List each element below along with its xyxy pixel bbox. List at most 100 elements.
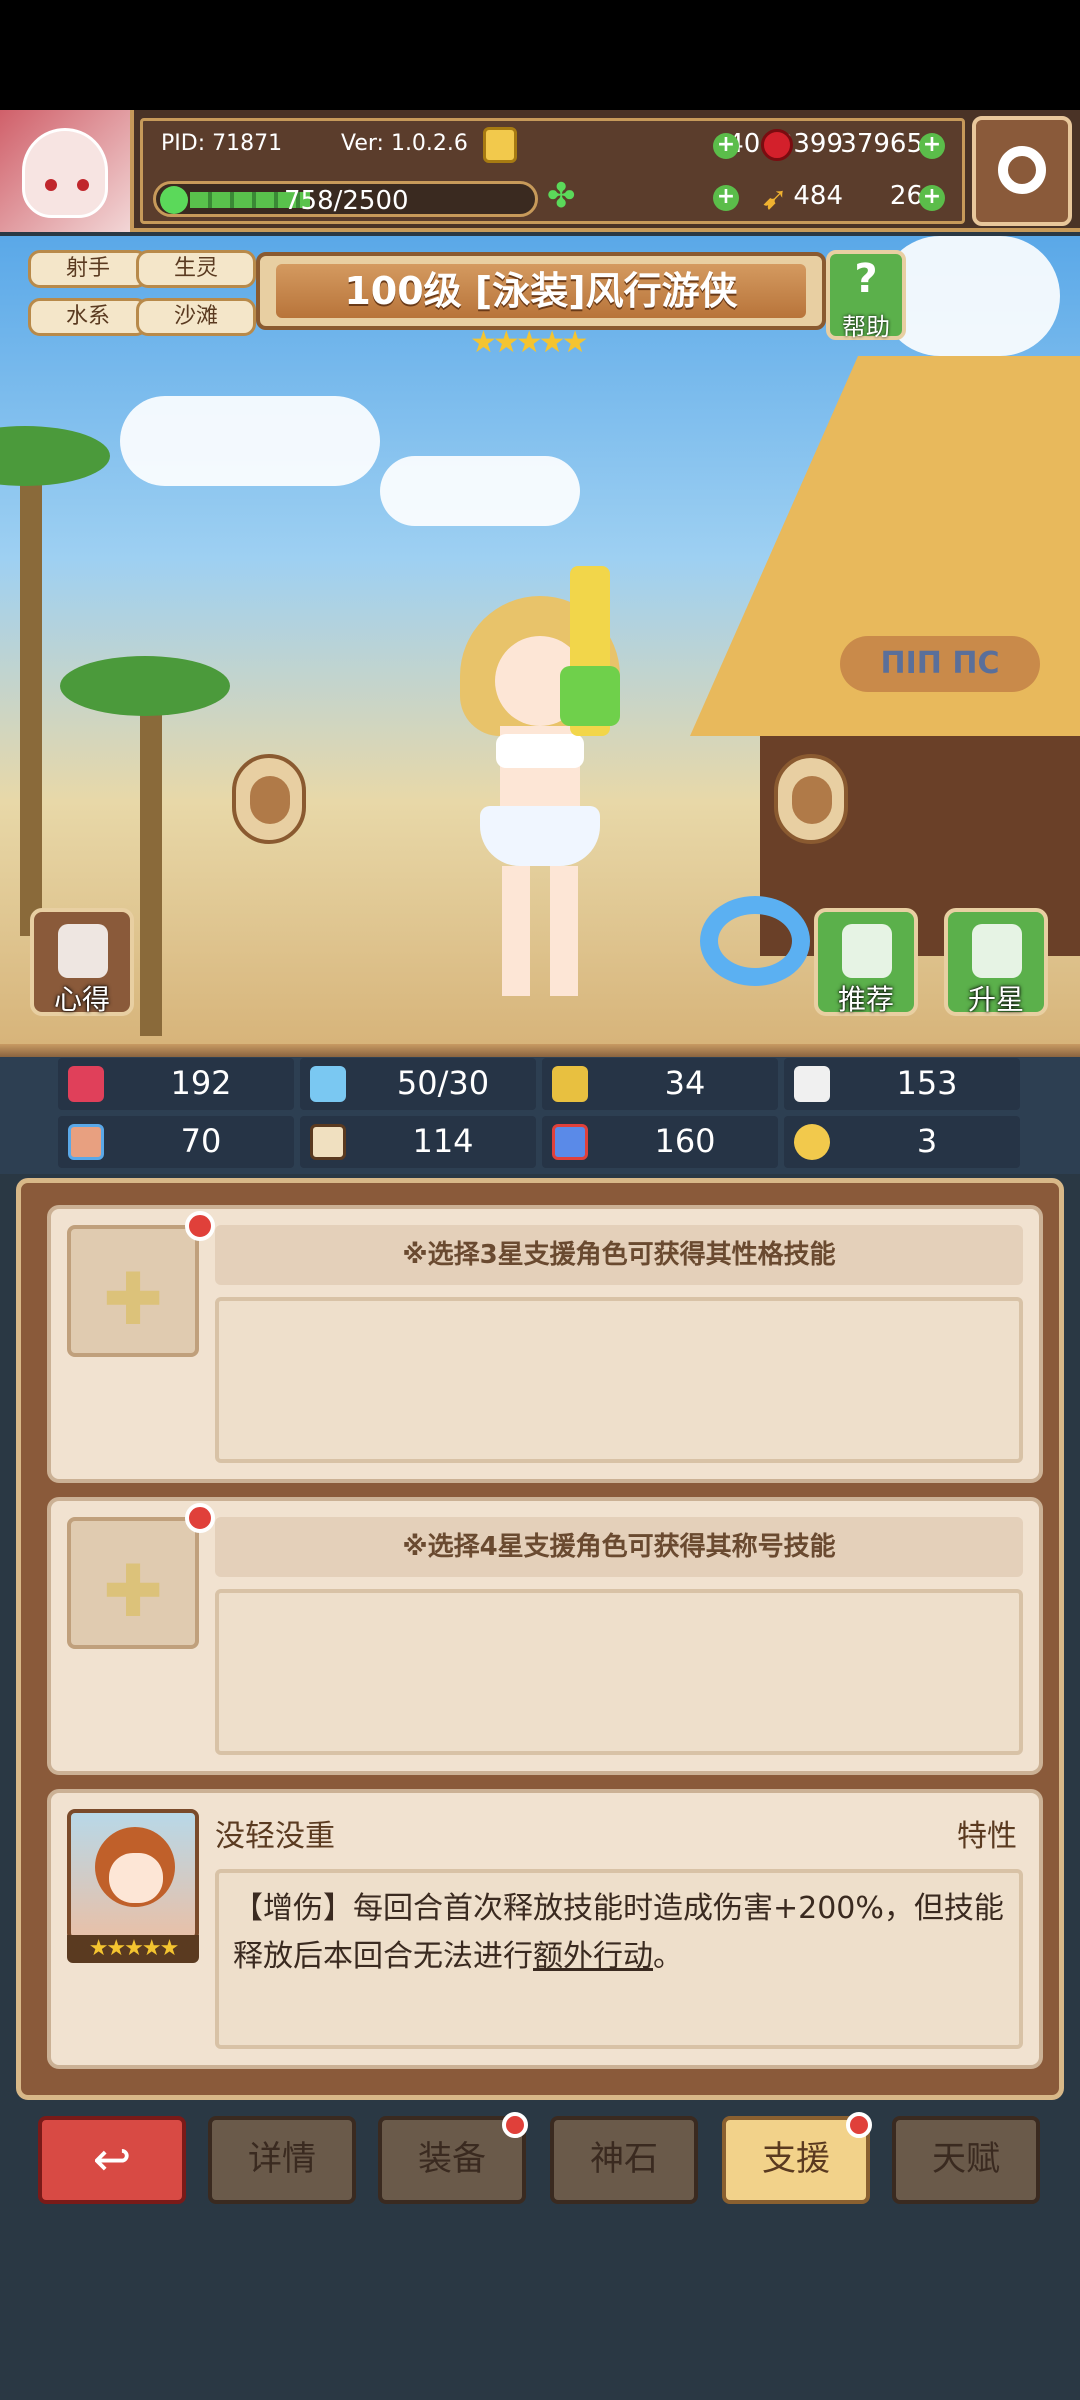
stat-speed: 153	[784, 1058, 1020, 1110]
help-label: 帮助	[842, 313, 890, 341]
hero-title: 100级 [泳装]风行游侠	[276, 264, 806, 318]
tab-equipment[interactable]: 装备	[378, 2112, 528, 2204]
hero-character[interactable]	[440, 566, 640, 1006]
back-button[interactable]: ↩	[38, 2116, 186, 2204]
support-slot-2-hint: ※选择4星支援角色可获得其称号技能	[215, 1517, 1023, 1577]
horseshoe-icon	[794, 1124, 830, 1160]
energy-bar: 758/2500	[153, 181, 538, 217]
avatar-eye-icon	[77, 179, 89, 191]
next-hero-button[interactable]	[774, 754, 848, 844]
stat-magic: 114	[300, 1116, 536, 1168]
thumbs-up-icon	[842, 924, 892, 978]
stat-speed-value: 153	[896, 1064, 958, 1102]
stat-hp-value: 192	[170, 1064, 232, 1102]
notification-dot	[846, 2112, 872, 2138]
star-icon	[972, 924, 1022, 978]
stat-attack: 70	[58, 1116, 294, 1168]
tag-water: 水系	[28, 298, 148, 336]
player-avatar[interactable]	[0, 110, 134, 232]
palm-tree	[140, 676, 162, 1036]
notification-dot	[185, 1503, 215, 1533]
notes-label: 心得	[53, 983, 110, 1016]
support-slot-1: ✚ ※选择3星支援角色可获得其性格技能	[47, 1205, 1043, 1483]
hero-title-banner: 100级 [泳装]风行游侠	[256, 252, 826, 330]
heart-icon	[68, 1066, 104, 1102]
extra-action-link[interactable]: 额外行动	[533, 1939, 653, 1974]
resource-panel: PID: 71871 Ver: 1.0.2.6 4042399 + 37965 …	[140, 118, 965, 224]
boot-icon	[552, 1124, 588, 1160]
add-gold-icon[interactable]: +	[713, 133, 739, 159]
settings-button[interactable]	[972, 116, 1072, 226]
palm-leaves	[60, 656, 230, 716]
stat-attack-value: 70	[180, 1122, 222, 1160]
tab-details[interactable]: 详情	[208, 2116, 356, 2204]
prev-hero-button[interactable]	[232, 754, 306, 844]
add-bolt-icon[interactable]: +	[919, 185, 945, 211]
tag-archer: 射手	[28, 250, 148, 288]
top-bar: PID: 71871 Ver: 1.0.2.6 4042399 + 37965 …	[0, 110, 1080, 232]
stat-extra: 3	[784, 1116, 1020, 1168]
fist-icon	[68, 1124, 104, 1160]
tab-support[interactable]: 支援	[722, 2112, 872, 2204]
gem-amount: 37965	[840, 129, 923, 159]
support-slot-1-hint: ※选择3星支援角色可获得其性格技能	[215, 1225, 1023, 1285]
star-up-label: 升星	[967, 983, 1024, 1016]
star-up-button[interactable]: 升星	[944, 908, 1048, 1016]
stat-defense-value: 34	[664, 1064, 706, 1102]
recommend-label: 推荐	[837, 983, 894, 1016]
stat-mana: 50/30	[300, 1058, 536, 1110]
gold-coin-icon	[483, 127, 517, 163]
wing-icon	[794, 1066, 830, 1102]
stat-defense: 34	[542, 1058, 778, 1110]
stat-extra-value: 3	[916, 1122, 938, 1160]
cloud	[120, 396, 380, 486]
cloud	[880, 236, 1060, 356]
plus-icon: ✚	[102, 1549, 164, 1633]
gear-icon	[998, 146, 1046, 194]
player-id: PID: 71871	[161, 131, 283, 156]
hero-leg	[502, 866, 530, 996]
support-slot-1-picker[interactable]: ✚	[67, 1225, 199, 1357]
shield-icon	[552, 1066, 588, 1102]
plus-icon: ✚	[102, 1257, 164, 1341]
tab-talent[interactable]: 天赋	[892, 2116, 1040, 2204]
portrait-face	[109, 1853, 163, 1903]
palm-tree	[20, 436, 42, 936]
trait-desc-end: 。	[653, 1939, 683, 1974]
help-button[interactable]: ? 帮助	[826, 250, 906, 341]
avatar-eye-icon	[45, 179, 57, 191]
tab-support-label: 支援	[762, 2139, 830, 2179]
tag-creature: 生灵	[136, 250, 256, 288]
trait-skill-name: 没轻没重	[215, 1819, 335, 1854]
question-icon: ?	[854, 256, 878, 302]
water-gun-tank	[560, 666, 620, 726]
support-slot-2-picker[interactable]: ✚	[67, 1517, 199, 1649]
add-clover-icon[interactable]: +	[713, 185, 739, 211]
hero-swimsuit-skirt	[480, 806, 600, 866]
stat-luck: 160	[542, 1116, 778, 1168]
stat-mana-value: 50/30	[396, 1064, 490, 1102]
trait-character-portrait[interactable]	[67, 1809, 199, 1941]
water-drop-icon	[310, 1066, 346, 1102]
avatar-face	[22, 128, 108, 218]
support-slot-1-skill-area	[215, 1297, 1023, 1463]
add-gems-icon[interactable]: +	[919, 133, 945, 159]
chevron-right-icon	[792, 776, 832, 824]
support-slot-2-skill-area	[215, 1589, 1023, 1755]
game-version: Ver: 1.0.2.6	[341, 131, 468, 156]
recommend-button[interactable]: 推荐	[814, 908, 918, 1016]
hero-scene: ΠΙΠ ΠC 射手 生灵 水系 沙滩 100级 [泳装]风行游侠 ★★★★★ ?…	[0, 236, 1080, 1044]
cloud	[380, 456, 580, 526]
hero-star-rating: ★★★★★	[470, 325, 588, 360]
tab-divine-stone[interactable]: 神石	[550, 2116, 698, 2204]
hero-leg	[550, 866, 578, 996]
support-panel: ✚ ※选择3星支援角色可获得其性格技能 ✚ ※选择4星支援角色可获得其称号技能 …	[16, 1178, 1064, 2100]
bolt-amount: 26	[889, 181, 923, 211]
stat-luck-value: 160	[654, 1122, 716, 1160]
notification-dot	[502, 2112, 528, 2138]
stats-bar: 192 50/30 34 153 70 114 160 3	[0, 1044, 1080, 1174]
notes-button[interactable]: 心得	[30, 908, 134, 1016]
clover-icon: ✤	[547, 176, 576, 216]
stat-magic-value: 114	[412, 1122, 474, 1160]
book-icon	[310, 1124, 346, 1160]
